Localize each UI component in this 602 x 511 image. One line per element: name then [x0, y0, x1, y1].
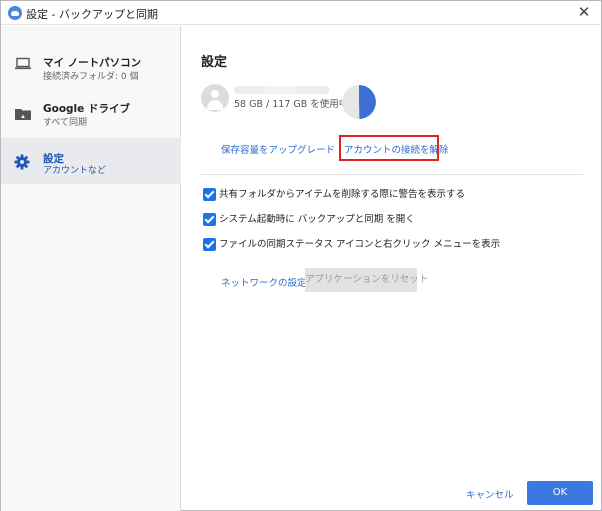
- laptop-icon: [15, 57, 31, 70]
- upgrade-storage-link[interactable]: 保存容量をアップグレード: [221, 142, 335, 156]
- storage-pie-chart: [342, 85, 376, 119]
- sidebar-item-my-laptop[interactable]: マイ ノートパソコン 接続済みフォルダ: 0 個: [1, 45, 181, 91]
- storage-usage-text: 58 GB / 117 GB を使用中: [234, 99, 349, 110]
- page-title: 設定: [201, 55, 228, 70]
- title-bar: 設定 - バックアップと同期 ✕: [1, 1, 601, 25]
- ok-button[interactable]: OK: [527, 481, 593, 505]
- avatar: [201, 84, 229, 112]
- check-label: システム起動時に バックアップと同期 を開く: [219, 214, 415, 225]
- sidebar-item-settings[interactable]: 設定 アカウントなど: [1, 138, 181, 184]
- divider: [201, 174, 583, 175]
- gear-icon: [14, 154, 30, 170]
- shared-folder-warning-checkbox[interactable]: [203, 188, 216, 201]
- storage-pie-used: [359, 85, 376, 119]
- cancel-button[interactable]: キャンセル: [466, 487, 514, 501]
- check-label: 共有フォルダからアイテムを削除する際に警告を表示する: [219, 189, 466, 200]
- sidebar: マイ ノートパソコン 接続済みフォルダ: 0 個 Google ドライブ すべて…: [1, 26, 181, 511]
- open-on-startup-checkbox[interactable]: [203, 213, 216, 226]
- sidebar-item-label: マイ ノートパソコン: [43, 57, 142, 69]
- check-label: ファイルの同期ステータス アイコンと右クリック メニューを表示: [219, 239, 501, 250]
- settings-panel: 設定 58 GB / 117 GB を使用中 保存容量をアップグレード アカウン…: [182, 26, 602, 511]
- network-settings-link[interactable]: ネットワークの設定: [221, 275, 307, 289]
- sidebar-item-sublabel: 接続済みフォルダ: 0 個: [43, 72, 139, 82]
- window-title: 設定 - バックアップと同期: [26, 8, 158, 21]
- settings-window: 設定 - バックアップと同期 ✕ マイ ノートパソコン 接続済みフォルダ: 0 …: [0, 0, 602, 511]
- sidebar-item-sublabel: アカウントなど: [43, 166, 107, 176]
- close-button[interactable]: ✕: [575, 3, 593, 21]
- close-icon: ✕: [577, 3, 591, 21]
- account-email-redacted: [234, 86, 329, 94]
- reset-application-button[interactable]: アプリケーションをリセット: [305, 268, 428, 292]
- sync-status-icons-checkbox[interactable]: [203, 238, 216, 251]
- backup-sync-cloud-icon: [8, 6, 22, 20]
- sidebar-item-label: Google ドライブ: [43, 103, 130, 115]
- sidebar-item-sublabel: すべて同期: [43, 118, 88, 128]
- drive-folder-icon: [15, 109, 31, 120]
- sidebar-item-google-drive[interactable]: Google ドライブ すべて同期: [1, 91, 181, 137]
- disconnect-account-link[interactable]: アカウントの接続を解除: [344, 142, 449, 156]
